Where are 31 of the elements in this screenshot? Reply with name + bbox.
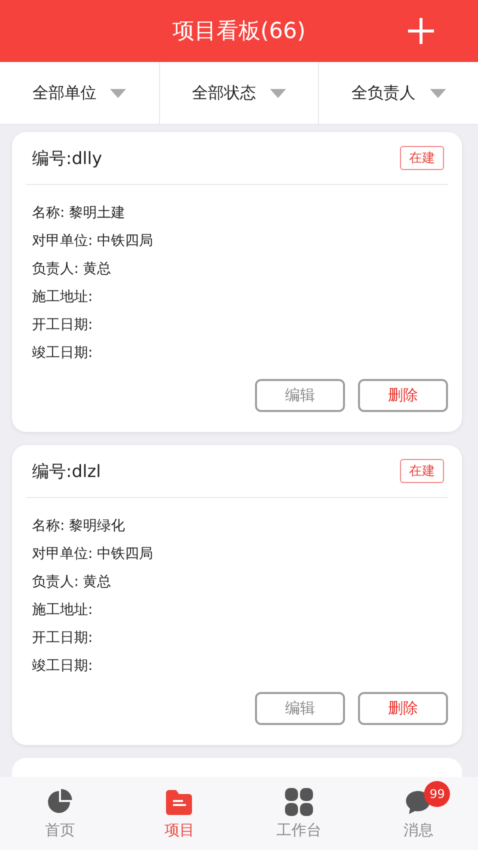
nav-tab[interactable]: 工作台	[239, 777, 358, 850]
project-code: 编号:dlzl	[32, 460, 101, 482]
project-field: 负责人: 黄总	[32, 255, 448, 283]
status-tag: 在建	[400, 146, 444, 170]
project-field: 竣工日期:	[32, 652, 448, 680]
project-code: 编号:dlly	[32, 148, 102, 170]
status-tag: 在建	[400, 459, 444, 483]
project-field: 负责人: 黄总	[32, 568, 448, 596]
project-field: 名称: 黎明绿化	[32, 512, 448, 540]
project-field: 对甲单位: 中铁四局	[32, 540, 448, 568]
delete-button[interactable]: 删除	[358, 692, 448, 725]
project-field: 对甲单位: 中铁四局	[32, 227, 448, 255]
project-field: 竣工日期:	[32, 339, 448, 367]
project-field: 施工地址:	[32, 283, 448, 311]
caret-icon	[270, 88, 286, 98]
folder-icon	[164, 787, 194, 817]
project-field: 开工日期:	[32, 624, 448, 652]
project-field: 开工日期:	[32, 311, 448, 339]
nav-tab[interactable]: 首页	[0, 777, 120, 850]
project-field: 名称: 黎明土建	[32, 199, 448, 227]
edit-button[interactable]: 编辑	[255, 692, 345, 725]
edit-button[interactable]: 编辑	[255, 379, 345, 412]
nav-tab[interactable]: 项目	[120, 777, 239, 850]
project-field: 施工地址:	[32, 596, 448, 624]
caret-icon	[430, 88, 446, 98]
delete-button[interactable]: 删除	[358, 379, 448, 412]
nav-tab[interactable]: 消息 99	[358, 777, 478, 850]
grid-icon	[284, 787, 314, 817]
page-title: 项目看板(66)	[172, 18, 306, 46]
caret-icon	[110, 88, 126, 98]
unread-badge: 99	[424, 781, 450, 807]
